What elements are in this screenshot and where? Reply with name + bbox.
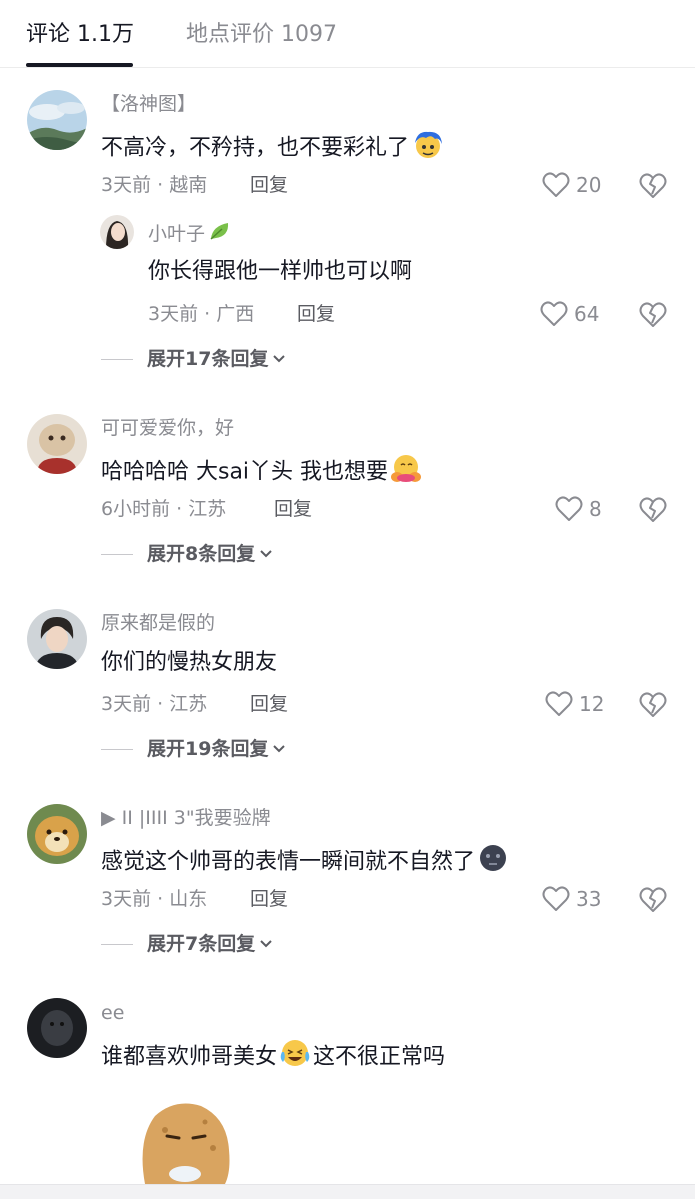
tab-comments[interactable]: 评论 1.1万 bbox=[26, 20, 134, 50]
heart-icon bbox=[540, 301, 568, 326]
divider bbox=[101, 943, 133, 945]
reply-text: 你长得跟他一样帅也可以啊 bbox=[148, 259, 413, 284]
avatar[interactable] bbox=[27, 804, 87, 864]
dislike-button[interactable] bbox=[638, 494, 668, 524]
hugging-face-emoji bbox=[390, 453, 422, 492]
heart-icon bbox=[555, 496, 583, 521]
heart-icon bbox=[542, 886, 570, 911]
like-count: 8 bbox=[589, 497, 602, 521]
comment-text: 不高冷，不矜持，也不要彩礼了 bbox=[101, 129, 445, 168]
username[interactable]: ee bbox=[101, 1000, 124, 1026]
comment-time-location: 3天前 · 江苏 bbox=[101, 693, 208, 715]
broken-heart-icon bbox=[639, 497, 667, 522]
dislike-button[interactable] bbox=[638, 689, 668, 719]
comment-text: 感觉这个帅哥的表情一瞬间就不自然了 bbox=[101, 843, 509, 882]
like-button[interactable]: 64 bbox=[540, 299, 599, 329]
heart-icon bbox=[542, 172, 570, 197]
username[interactable]: 可可爱爱你，好 bbox=[101, 415, 234, 441]
reply-time-location: 3天前 · 广西 bbox=[148, 303, 255, 325]
like-button[interactable]: 20 bbox=[542, 170, 601, 200]
username[interactable]: 小叶子 bbox=[148, 220, 232, 249]
avatar[interactable] bbox=[100, 215, 134, 249]
comment-text: 你们的慢热女朋友 bbox=[101, 650, 278, 675]
divider bbox=[101, 748, 133, 750]
heart-icon bbox=[545, 691, 573, 716]
broken-heart-icon bbox=[639, 887, 667, 912]
like-button[interactable]: 12 bbox=[545, 689, 604, 719]
reply-button[interactable]: 回复 bbox=[250, 691, 288, 717]
dislike-button[interactable] bbox=[638, 299, 668, 329]
dislike-button[interactable] bbox=[638, 170, 668, 200]
expand-replies-button[interactable]: 展开19条回复 bbox=[101, 736, 286, 762]
expand-replies-button[interactable]: 展开7条回复 bbox=[101, 931, 273, 957]
comment-time-location: 3天前 · 山东 bbox=[101, 888, 208, 910]
reply-button[interactable]: 回复 bbox=[250, 172, 288, 198]
chevron-down-icon bbox=[273, 745, 286, 753]
dislike-button[interactable] bbox=[638, 884, 668, 914]
comment-text: 谁都喜欢帅哥美女 这不很正常吗 bbox=[101, 1038, 445, 1077]
blue-hair-face-emoji bbox=[411, 129, 445, 168]
tab-place-reviews[interactable]: 地点评价 1097 bbox=[186, 20, 337, 50]
like-count: 20 bbox=[576, 173, 602, 197]
like-count: 12 bbox=[579, 692, 605, 716]
avatar[interactable] bbox=[27, 609, 87, 669]
dark-face-emoji bbox=[477, 843, 509, 882]
leaf-icon bbox=[208, 220, 232, 249]
expand-replies-button[interactable]: 展开17条回复 bbox=[101, 346, 286, 372]
divider bbox=[101, 358, 133, 360]
like-button[interactable]: 8 bbox=[555, 494, 602, 524]
broken-heart-icon bbox=[639, 692, 667, 717]
username[interactable]: 原来都是假的 bbox=[101, 610, 215, 636]
comment-tabs: 评论 1.1万 地点评价 1097 bbox=[0, 0, 695, 68]
avatar[interactable] bbox=[27, 998, 87, 1058]
laughing-crying-emoji bbox=[279, 1038, 311, 1077]
chevron-down-icon bbox=[273, 355, 286, 363]
active-tab-indicator bbox=[26, 63, 133, 67]
chevron-down-icon bbox=[260, 940, 272, 948]
avatar[interactable] bbox=[27, 414, 87, 474]
broken-heart-icon bbox=[639, 302, 667, 327]
like-count: 33 bbox=[576, 887, 602, 911]
reply-button[interactable]: 回复 bbox=[250, 886, 288, 912]
like-button[interactable]: 33 bbox=[542, 884, 601, 914]
chevron-down-icon bbox=[260, 550, 272, 558]
comment-text: 哈哈哈哈 大sai丫头 我也想要 bbox=[101, 453, 422, 492]
avatar[interactable] bbox=[27, 90, 87, 150]
username[interactable]: ▶ ІІ |ІІІІ 3"我要验牌 bbox=[101, 805, 271, 831]
broken-heart-icon bbox=[639, 173, 667, 198]
reply-button[interactable]: 回复 bbox=[274, 496, 312, 522]
comment-input-bar[interactable] bbox=[0, 1184, 695, 1199]
like-count: 64 bbox=[574, 302, 600, 326]
username[interactable]: 【洛神图】 bbox=[101, 91, 196, 117]
comment-time-location: 6小时前 · 江苏 bbox=[101, 498, 227, 520]
divider bbox=[101, 553, 133, 555]
reply-button[interactable]: 回复 bbox=[297, 301, 335, 327]
potato-sticker bbox=[135, 1100, 235, 1188]
comment-time-location: 3天前 · 越南 bbox=[101, 174, 208, 196]
expand-replies-button[interactable]: 展开8条回复 bbox=[101, 541, 273, 567]
